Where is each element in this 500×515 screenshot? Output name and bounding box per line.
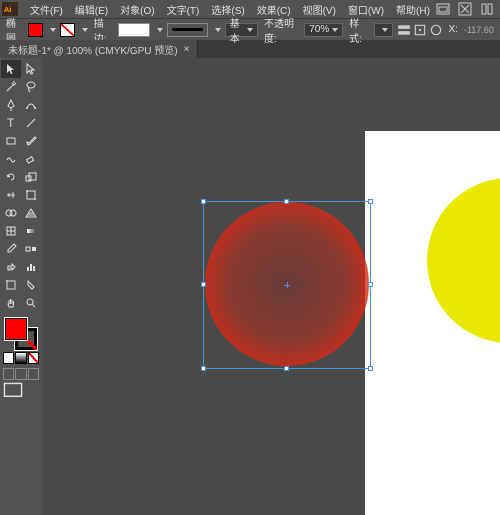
canvas[interactable]: Baidu经验 jingyan.baidu.com: [42, 58, 500, 515]
selection-tool[interactable]: [1, 60, 21, 78]
color-mode-none[interactable]: [28, 352, 39, 364]
svg-text:T: T: [7, 116, 15, 130]
resize-handle-bottom-left[interactable]: [201, 366, 206, 371]
free-transform-tool[interactable]: [21, 186, 41, 204]
magic-wand-tool[interactable]: [1, 78, 21, 96]
align-icon[interactable]: [397, 23, 411, 37]
blend-tool[interactable]: [21, 240, 41, 258]
perspective-grid-tool[interactable]: [21, 204, 41, 222]
watermark: Baidu经验 jingyan.baidu.com: [411, 479, 492, 507]
fill-swatch[interactable]: [28, 23, 43, 37]
pen-tool[interactable]: [1, 96, 21, 114]
rectangle-tool[interactable]: [1, 132, 21, 150]
brush-dropdown-icon[interactable]: [215, 28, 221, 32]
stroke-weight-dropdown-icon[interactable]: [157, 28, 163, 32]
menu-help[interactable]: 帮助(H): [390, 2, 436, 17]
opacity-label: 不透明度:: [262, 15, 300, 45]
bridge-icon[interactable]: [436, 2, 450, 16]
brush-definition[interactable]: [167, 23, 207, 37]
eyedropper-tool[interactable]: [1, 240, 21, 258]
direct-selection-tool[interactable]: [21, 60, 41, 78]
width-tool[interactable]: [1, 186, 21, 204]
stroke-dropdown-icon[interactable]: [82, 28, 88, 32]
watermark-logo: Baidu经验: [411, 479, 492, 495]
isolate-icon[interactable]: [429, 23, 443, 37]
mesh-tool[interactable]: [1, 222, 21, 240]
lasso-tool[interactable]: [21, 78, 41, 96]
document-tab-bar: 未标题-1* @ 100% (CMYK/GPU 预览) ×: [0, 40, 500, 58]
menu-file[interactable]: 文件(F): [24, 2, 69, 17]
red-ellipse-object[interactable]: [205, 202, 369, 366]
graphic-style-dropdown[interactable]: 基本: [225, 23, 258, 37]
control-bar: 椭圆 描边: 基本 不透明度: 70% 样式: X: -117.60: [0, 18, 500, 40]
resize-handle-bottom-center[interactable]: [284, 366, 289, 371]
shaper-tool[interactable]: [1, 150, 21, 168]
menu-view[interactable]: 视图(V): [297, 2, 342, 17]
scale-tool[interactable]: [21, 168, 41, 186]
artboard-tool[interactable]: [1, 276, 21, 294]
opacity-input[interactable]: 70%: [304, 23, 343, 37]
close-tab-icon[interactable]: ×: [184, 44, 190, 55]
color-mode-solid[interactable]: [3, 352, 14, 364]
paintbrush-tool[interactable]: [21, 132, 41, 150]
fill-dropdown-icon[interactable]: [50, 28, 56, 32]
x-coord-label: X:: [447, 24, 460, 35]
stroke-weight-input[interactable]: [118, 23, 150, 37]
eraser-tool[interactable]: [21, 150, 41, 168]
blend-style-label: 样式:: [347, 15, 369, 45]
fill-stroke-indicator: [1, 316, 41, 350]
line-tool[interactable]: [21, 114, 41, 132]
type-tool[interactable]: T: [1, 114, 21, 132]
draw-normal-mode[interactable]: [3, 368, 14, 380]
workspace: T: [0, 58, 500, 515]
blend-style-dropdown[interactable]: [374, 23, 393, 37]
screen-mode-button[interactable]: [3, 384, 23, 398]
stroke-swatch[interactable]: [60, 23, 75, 37]
document-tab-title: 未标题-1* @ 100% (CMYK/GPU 预览): [8, 42, 178, 57]
rotate-tool[interactable]: [1, 168, 21, 186]
resize-handle-top-left[interactable]: [201, 199, 206, 204]
menu-type[interactable]: 文字(T): [161, 2, 206, 17]
shape-builder-tool[interactable]: [1, 204, 21, 222]
draw-inside-mode[interactable]: [28, 368, 39, 380]
toolbox-fill-swatch[interactable]: [5, 318, 27, 340]
color-mode-gradient[interactable]: [15, 352, 26, 364]
arrange-icon[interactable]: [480, 2, 494, 16]
gradient-tool[interactable]: [21, 222, 41, 240]
menu-bar: Ai 文件(F) 编辑(E) 对象(O) 文字(T) 选择(S) 效果(C) 视…: [0, 0, 500, 18]
hand-tool[interactable]: [1, 294, 21, 312]
x-coord-value[interactable]: -117.60: [464, 25, 496, 35]
column-graph-tool[interactable]: [21, 258, 41, 276]
document-tab[interactable]: 未标题-1* @ 100% (CMYK/GPU 预览) ×: [0, 40, 198, 59]
watermark-url: jingyan.baidu.com: [411, 495, 492, 507]
slice-tool[interactable]: [21, 276, 41, 294]
toolbox: T: [0, 58, 42, 515]
draw-behind-mode[interactable]: [15, 368, 26, 380]
stock-icon[interactable]: [458, 2, 472, 16]
svg-text:Ai: Ai: [4, 5, 12, 14]
zoom-tool[interactable]: [21, 294, 41, 312]
symbol-sprayer-tool[interactable]: [1, 258, 21, 276]
curvature-tool[interactable]: [21, 96, 41, 114]
transform-icon[interactable]: [413, 23, 427, 37]
menu-object[interactable]: 对象(O): [114, 2, 160, 17]
